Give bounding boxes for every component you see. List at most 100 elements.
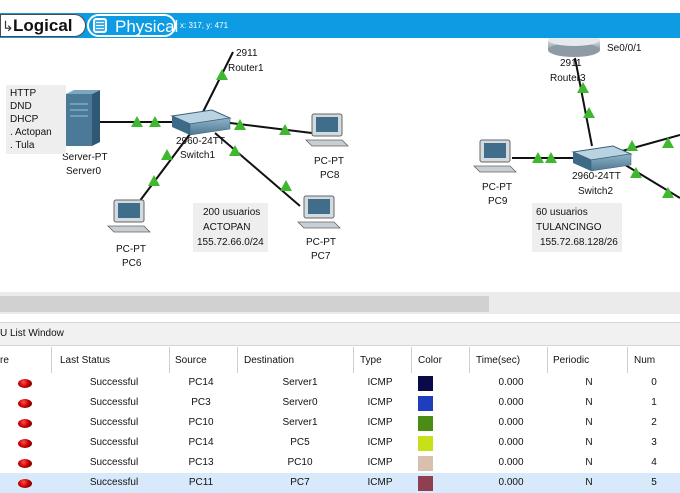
pc7-model-label: PC-PT xyxy=(306,237,336,248)
col-header-destination[interactable]: Destination xyxy=(244,355,294,366)
time-cell: 0.000 xyxy=(498,457,524,468)
pdu-table-header: re Last Status Source Destination Type C… xyxy=(0,347,680,373)
column-divider[interactable] xyxy=(547,347,548,373)
time-cell: 0.000 xyxy=(498,397,524,408)
note-line: 155.72.66.0/24 xyxy=(197,237,264,248)
physical-view-button[interactable]: Physical xyxy=(87,14,179,37)
switch2-name-label: Switch2 xyxy=(578,186,614,197)
note-line: . Tula xyxy=(10,140,35,151)
source-cell: PC10 xyxy=(188,417,214,428)
destination-cell: Server0 xyxy=(282,397,318,408)
num-cell: 0 xyxy=(651,377,657,388)
note-line: 155.72.68.128/26 xyxy=(540,237,618,248)
router1-model-label: 2911 xyxy=(236,48,258,59)
pdu-table-row[interactable]: Successful PC3 Server0 ICMP 0.000 N 1 xyxy=(0,393,680,413)
router3-model-label: 2911 xyxy=(560,58,582,69)
column-divider[interactable] xyxy=(169,347,170,373)
note-line: TULANCINGO xyxy=(536,222,602,233)
physical-label: Physical xyxy=(115,17,179,36)
col-header-time[interactable]: Time(sec) xyxy=(476,355,520,366)
switch1-icon xyxy=(170,109,232,136)
type-cell: ICMP xyxy=(367,397,393,408)
num-cell: 5 xyxy=(651,477,657,488)
pc6-icon xyxy=(107,199,151,233)
column-divider[interactable] xyxy=(411,347,412,373)
workspace-horizontal-scrollbar[interactable] xyxy=(0,292,680,314)
col-header-fire[interactable]: re xyxy=(0,355,9,366)
pc8-name-label: PC8 xyxy=(320,170,340,181)
logical-view-button[interactable]: ↳ Logical xyxy=(0,14,86,37)
pdu-list-title-text: U List Window xyxy=(0,328,64,339)
pdu-color-swatch xyxy=(418,436,433,451)
type-cell: ICMP xyxy=(367,477,393,488)
destination-cell: PC10 xyxy=(287,457,313,468)
column-divider[interactable] xyxy=(353,347,354,373)
pdu-table-row[interactable]: Successful PC10 Server1 ICMP 0.000 N 2 xyxy=(0,413,680,433)
switch2-icon xyxy=(571,145,633,172)
pdu-color-swatch xyxy=(418,456,433,471)
column-divider[interactable] xyxy=(237,347,238,373)
pdu-table-row[interactable]: Successful PC14 PC5 ICMP 0.000 N 3 xyxy=(0,433,680,453)
col-header-last-status[interactable]: Last Status xyxy=(60,355,110,366)
destination-cell: PC7 xyxy=(290,477,310,488)
logical-label: Logical xyxy=(13,16,73,35)
num-cell: 1 xyxy=(651,397,657,408)
source-cell: PC11 xyxy=(188,477,214,488)
fire-status-icon[interactable] xyxy=(18,459,32,468)
note-line: HTTP xyxy=(10,88,37,99)
note-line: DHCP xyxy=(10,114,39,125)
pc7-name-label: PC7 xyxy=(311,251,331,262)
col-header-source[interactable]: Source xyxy=(175,355,207,366)
pdu-color-swatch xyxy=(418,376,433,391)
periodic-cell: N xyxy=(585,437,593,448)
col-header-periodic[interactable]: Periodic xyxy=(553,355,589,366)
fire-status-icon[interactable] xyxy=(18,399,32,408)
source-cell: PC14 xyxy=(188,377,214,388)
periodic-cell: N xyxy=(585,397,593,408)
pdu-color-swatch xyxy=(418,476,433,491)
cursor-coordinates: x: 317, y: 471 xyxy=(180,21,229,30)
column-divider[interactable] xyxy=(627,347,628,373)
switch2-model-label: 2960-24TT xyxy=(572,171,621,182)
num-cell: 3 xyxy=(651,437,657,448)
last-status-cell: Successful xyxy=(89,437,139,448)
col-header-color[interactable]: Color xyxy=(418,355,442,366)
pdu-table-row[interactable]: Successful PC11 PC7 ICMP 0.000 N 5 xyxy=(0,473,680,493)
server0-icon xyxy=(66,90,100,146)
periodic-cell: N xyxy=(585,457,593,468)
switch1-model-label: 2960-24TT xyxy=(176,136,225,147)
router1-name-label: Router1 xyxy=(228,63,264,74)
source-cell: PC13 xyxy=(188,457,214,468)
pdu-color-swatch xyxy=(418,416,433,431)
pc9-model-label: PC-PT xyxy=(482,182,512,193)
pc6-name-label: PC6 xyxy=(122,258,142,269)
server0-model-label: Server-PT xyxy=(62,152,108,163)
scrollbar-thumb[interactable] xyxy=(0,296,489,312)
pdu-table-row[interactable]: Successful PC13 PC10 ICMP 0.000 N 4 xyxy=(0,453,680,473)
last-status-cell: Successful xyxy=(89,377,139,388)
note-line: DND xyxy=(10,101,32,112)
fire-status-icon[interactable] xyxy=(18,439,32,448)
destination-cell: Server1 xyxy=(282,417,318,428)
type-cell: ICMP xyxy=(367,457,393,468)
col-header-num[interactable]: Num xyxy=(634,355,655,366)
source-cell: PC14 xyxy=(188,437,214,448)
rack-icon xyxy=(93,18,107,33)
num-cell: 2 xyxy=(651,417,657,428)
logical-workspace[interactable]: 2911 Router1 2960-24TT Switch1 Server-PT… xyxy=(0,38,680,292)
pc8-icon xyxy=(305,113,349,147)
periodic-cell: N xyxy=(585,377,593,388)
fire-status-icon[interactable] xyxy=(18,379,32,388)
tulancingo-note: 60 usuarios TULANCINGO 155.72.68.128/26 xyxy=(532,203,622,252)
column-divider[interactable] xyxy=(469,347,470,373)
server-services-note: HTTP DND DHCP . Actopan . Tula xyxy=(6,85,66,154)
pdu-table-row[interactable]: Successful PC14 Server1 ICMP 0.000 N 0 xyxy=(0,373,680,393)
column-divider[interactable] xyxy=(51,347,52,373)
destination-cell: Server1 xyxy=(282,377,318,388)
router3-icon xyxy=(548,38,600,57)
col-header-type[interactable]: Type xyxy=(360,355,382,366)
fire-status-icon[interactable] xyxy=(18,419,32,428)
pc8-model-label: PC-PT xyxy=(314,156,344,167)
pc9-name-label: PC9 xyxy=(488,196,508,207)
note-line: . Actopan xyxy=(10,127,52,138)
